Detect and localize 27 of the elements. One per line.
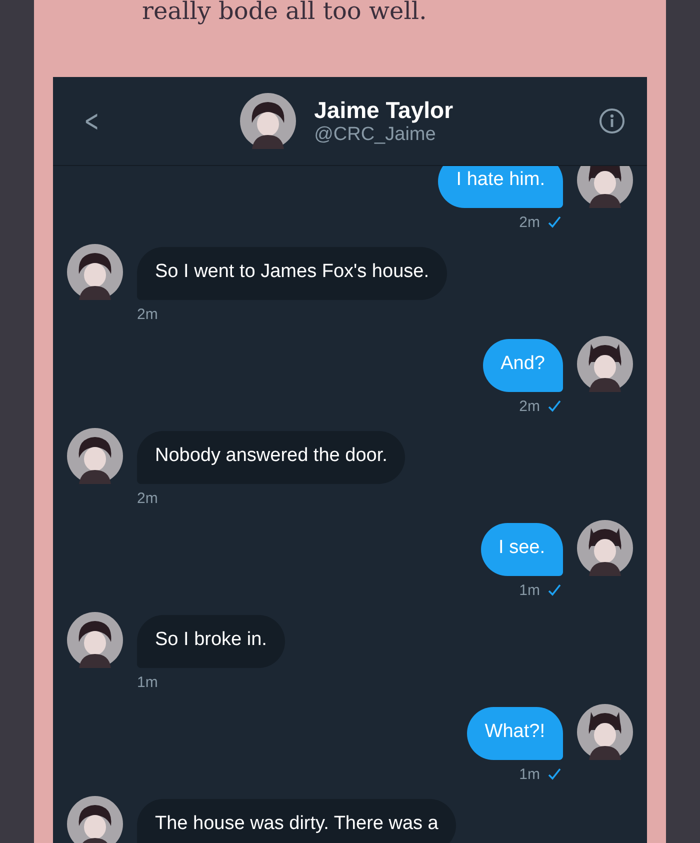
avatar-icon: [577, 336, 633, 392]
message-time: 1m: [519, 766, 540, 782]
message-bubble: So I broke in.: [137, 615, 285, 668]
message-bubble: What?!: [466, 707, 563, 760]
message-time: 1m: [519, 582, 540, 598]
message-time: 2m: [519, 214, 540, 230]
paragraph-text: really bode all too well.: [142, 0, 428, 27]
avatar-icon: [67, 428, 123, 484]
message-time: 2m: [519, 398, 540, 414]
avatar-icon: [67, 612, 123, 668]
message-bubble: And?: [482, 339, 563, 392]
message-bubble: I see.: [480, 523, 563, 576]
message-time: 2m: [137, 490, 158, 506]
info-icon[interactable]: [599, 108, 625, 134]
avatar-icon: [577, 520, 633, 576]
avatar-icon: [67, 244, 123, 300]
message-bubble: The house was dirty. There was a: [137, 799, 456, 843]
message-bubble: So I went to James Fox's house.: [137, 247, 447, 300]
message-time: 2m: [137, 306, 158, 322]
avatar-icon: [67, 796, 123, 843]
message-bubble: Nobody answered the door.: [137, 431, 406, 484]
contact-handle: @CRC_Jaime: [314, 124, 437, 146]
avatar-icon: [240, 93, 296, 149]
avatar-icon: [577, 704, 633, 760]
contact-name: Jaime Taylor: [314, 96, 454, 124]
message-time: 1m: [137, 674, 158, 690]
back-button[interactable]: <: [80, 104, 103, 138]
